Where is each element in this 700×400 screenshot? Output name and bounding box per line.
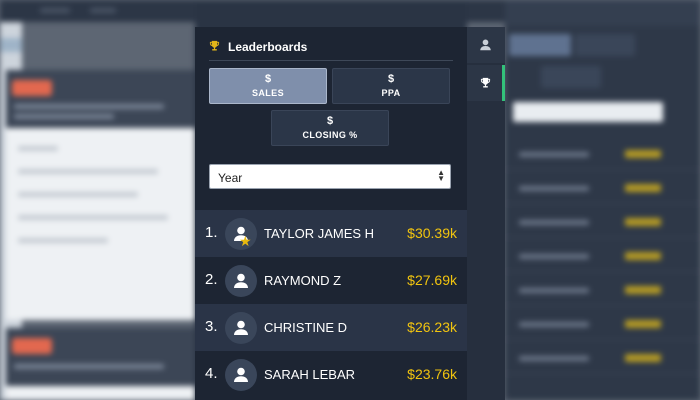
metric-label: PPA (381, 88, 401, 98)
rank: 4. (205, 365, 218, 382)
rank: 1. (205, 224, 218, 241)
star-icon: ★ (239, 233, 252, 249)
salesperson-name: RAYMOND Z (264, 273, 342, 288)
user-icon (480, 39, 491, 51)
dollar-symbol: $ (326, 115, 334, 127)
sales-value: $30.39k (407, 225, 457, 241)
sales-value: $23.76k (407, 366, 457, 382)
user-icon (234, 367, 248, 382)
metric-ppa-button[interactable]: $ PPA (332, 68, 450, 104)
leaderboard-toggle-button[interactable] (467, 65, 505, 101)
select-arrows-icon: ▲ ▼ (437, 168, 445, 183)
leaderboard-row[interactable]: 3. CHRISTINE D $26.23k (195, 304, 467, 351)
trophy-icon (209, 40, 220, 51)
background-card (6, 70, 206, 320)
leaderboards-panel: Leaderboards $ SALES $ PPA $ CLOSING % Y… (195, 27, 467, 400)
panel-header: Leaderboards (209, 27, 453, 61)
salesperson-name: SARAH LEBAR (264, 367, 356, 382)
background-right-panel (505, 0, 700, 400)
metric-label: SALES (251, 88, 284, 98)
side-toolbar (467, 27, 505, 400)
salesperson-name: CHRISTINE D (264, 320, 348, 335)
leaderboard-list: 1. ★ TAYLOR JAMES H $30.39k 2. RAYMOND Z… (195, 210, 467, 398)
trophy-icon (480, 77, 491, 88)
background-card (6, 328, 206, 400)
user-icon (234, 320, 248, 335)
leaderboard-row[interactable]: 2. RAYMOND Z $27.69k (195, 257, 467, 304)
dollar-symbol: $ (387, 73, 395, 85)
rank: 3. (205, 318, 218, 335)
period-select[interactable]: Year ▲ ▼ (209, 164, 451, 189)
profile-toggle-button[interactable] (467, 27, 505, 63)
leaderboard-row[interactable]: 4. SARAH LEBAR $23.76k (195, 351, 467, 398)
metric-closing-button[interactable]: $ CLOSING % (271, 110, 389, 146)
sales-value: $26.23k (407, 319, 457, 335)
leaderboard-row[interactable]: 1. ★ TAYLOR JAMES H $30.39k (195, 210, 467, 257)
dollar-symbol: $ (264, 73, 272, 85)
sales-value: $27.69k (407, 272, 457, 288)
panel-title: Leaderboards (228, 40, 308, 54)
metric-label: CLOSING % (302, 130, 358, 140)
avatar (225, 265, 257, 297)
salesperson-name: TAYLOR JAMES H (264, 226, 375, 241)
period-select-value: Year (218, 171, 243, 185)
avatar (225, 312, 257, 344)
metric-sales-button[interactable]: $ SALES (209, 68, 327, 104)
rank: 2. (205, 271, 218, 288)
user-icon (234, 273, 248, 288)
avatar (225, 359, 257, 391)
